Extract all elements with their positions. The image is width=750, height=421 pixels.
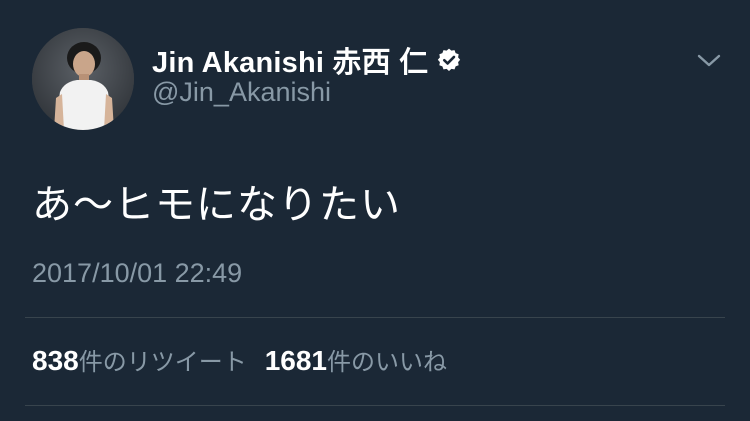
author-handle[interactable]: @Jin_Akanishi: [152, 77, 331, 108]
chevron-down-icon: [697, 54, 721, 67]
profile-photo-icon: [32, 28, 134, 130]
avatar[interactable]: [32, 28, 134, 130]
divider: [25, 405, 725, 406]
tweet-stats: 838 件のリツイート 1681 件のいいね: [32, 342, 465, 378]
likes-label: 件のいいね: [327, 348, 448, 376]
retweets-stat[interactable]: 838 件のリツイート: [32, 342, 247, 377]
retweets-label: 件のリツイート: [78, 348, 247, 376]
verified-badge-icon: [436, 47, 462, 73]
likes-count: 1681: [264, 345, 328, 376]
tweet-card: Jin Akanishi 赤西 仁 @Jin_Akanishi あ〜ヒモになりた…: [0, 0, 750, 421]
author-name-row[interactable]: Jin Akanishi 赤西 仁: [152, 40, 462, 80]
divider: [25, 317, 725, 318]
retweets-count: 838: [32, 345, 79, 376]
tweet-timestamp[interactable]: 2017/10/01 22:49: [32, 258, 242, 289]
likes-stat[interactable]: 1681 件のいいね: [265, 342, 447, 377]
display-name[interactable]: Jin Akanishi 赤西 仁: [152, 39, 428, 81]
tweet-text: あ〜ヒモになりたい: [32, 182, 401, 228]
tweet-menu-button[interactable]: [692, 48, 726, 74]
